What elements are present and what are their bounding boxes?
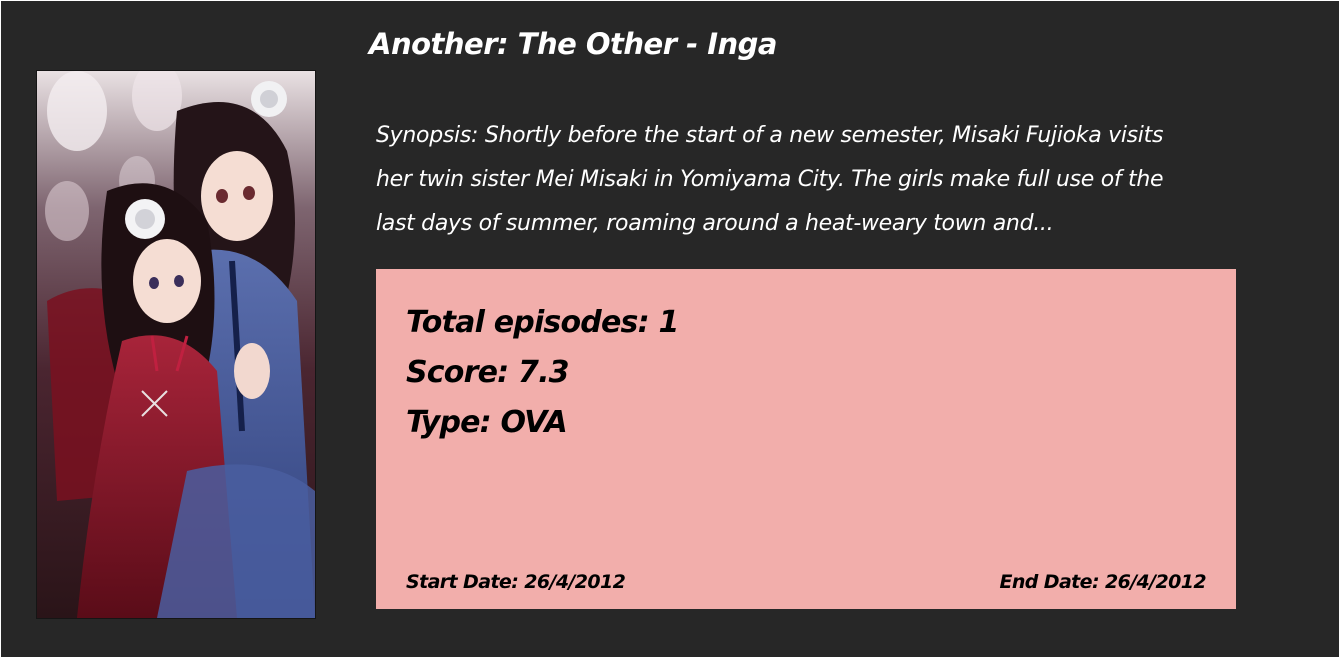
end-date: End Date: 26/4/2012 (999, 571, 1206, 593)
end-date-label: End Date: (999, 571, 1099, 593)
anime-card: Another: The Other - Inga Synopsis: Shor… (1, 1, 1339, 657)
total-episodes-label: Total episodes: (406, 305, 650, 340)
anime-poster-image (36, 70, 316, 619)
anime-details-panel: Total episodes: 1 Score: 7.3 Type: OVA S… (376, 269, 1236, 609)
type-label: Type: (406, 405, 492, 440)
start-date: Start Date: 26/4/2012 (406, 571, 626, 593)
synopsis-label: Synopsis: (376, 123, 479, 148)
score: Score: 7.3 (406, 355, 570, 390)
score-label: Score: (406, 355, 509, 390)
end-date-value: 26/4/2012 (1104, 571, 1207, 593)
start-date-label: Start Date: (406, 571, 519, 593)
anime-synopsis: Synopsis: Shortly before the start of a … (376, 114, 1186, 246)
poster-artwork (37, 71, 315, 618)
total-episodes: Total episodes: 1 (406, 305, 679, 340)
score-value: 7.3 (518, 355, 570, 390)
type-value: OVA (500, 405, 568, 440)
anime-title: Another: The Other - Inga (369, 27, 778, 61)
start-date-value: 26/4/2012 (524, 571, 626, 593)
anime-type: Type: OVA (406, 405, 568, 440)
total-episodes-value: 1 (658, 305, 679, 340)
synopsis-text: Shortly before the start of a new semest… (376, 123, 1164, 236)
